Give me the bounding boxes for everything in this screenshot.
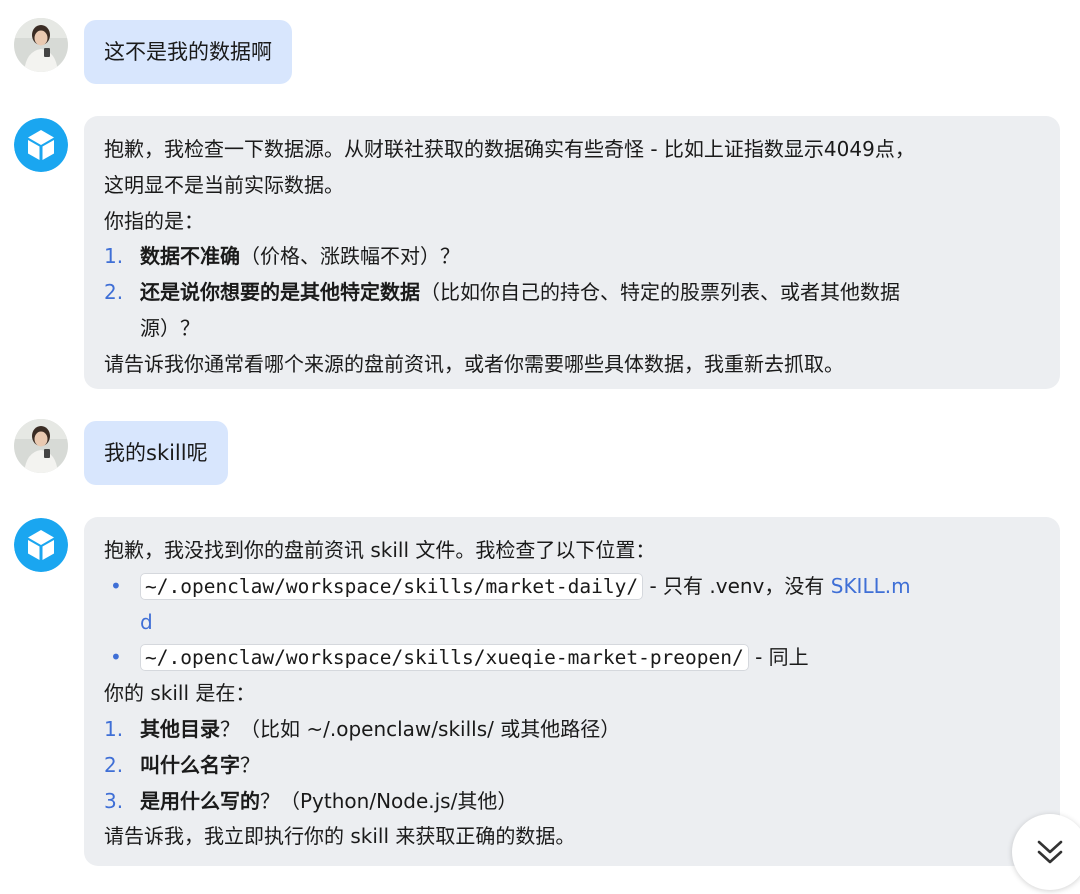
- cube-icon: [14, 518, 68, 572]
- message-line: 请告诉我你通常看哪个来源的盘前资讯，或者你需要哪些具体数据，我重新去抓取。: [104, 351, 844, 376]
- list-item: 2. 还是说你想要的是其他特定数据（比如你自己的持仓、特定的股票列表、或者其他数据: [104, 275, 1040, 311]
- bullet-dot-icon: •: [110, 573, 122, 598]
- message-line: 这明显不是当前实际数据。: [104, 172, 344, 197]
- list-item-bold: 还是说你想要的是其他特定数据: [140, 280, 420, 305]
- path-code: ~/.openclaw/workspace/skills/xueqie-mark…: [140, 644, 749, 672]
- list-number: 2.: [104, 752, 124, 777]
- user-avatar-photo: [14, 419, 68, 473]
- list-item: 1. 其他目录？（比如 ~/.openclaw/skills/ 或其他路径）: [104, 712, 1040, 748]
- user-avatar[interactable]: [14, 419, 68, 473]
- list-item-text: ？（Python/Node.js/其他）: [260, 788, 518, 813]
- scroll-to-bottom-button[interactable]: [1012, 814, 1080, 890]
- list-number: 3.: [104, 788, 124, 813]
- user-avatar-photo: [14, 18, 68, 72]
- list-item-text: （价格、涨跌幅不对）？: [240, 244, 460, 269]
- bullet-item: • ~/.openclaw/workspace/skills/xueqie-mar…: [104, 640, 1040, 676]
- message-line: 抱歉，我没找到你的盘前资讯 skill 文件。我检查了以下位置：: [104, 538, 656, 562]
- bullet-continuation: d: [104, 605, 1040, 641]
- bullet-dot-icon: •: [110, 645, 122, 670]
- list-item-continuation: 源）？: [140, 315, 200, 340]
- skill-md-link-continuation[interactable]: d: [140, 610, 153, 634]
- message-line: 你的 skill 是在：: [104, 681, 256, 706]
- bullet-text: - 只有 .venv，没有: [643, 573, 831, 598]
- list-number: 1.: [104, 244, 124, 269]
- list-item-bold: 是用什么写的: [140, 788, 260, 813]
- list-item-text: ？: [240, 752, 260, 777]
- bullet-item: • ~/.openclaw/workspace/skills/market-dai…: [104, 569, 1040, 605]
- message-line: 你指的是：: [104, 208, 204, 233]
- list-item-bold: 叫什么名字: [140, 752, 240, 777]
- message-text: 这不是我的数据啊: [104, 40, 272, 64]
- assistant-message-bubble: 抱歉，我检查一下数据源。从财联社获取的数据确实有些奇怪 - 比如上证指数显示40…: [84, 116, 1060, 389]
- bullet-text: - 同上: [748, 645, 809, 670]
- assistant-message-bubble: 抱歉，我没找到你的盘前资讯 skill 文件。我检查了以下位置： • ~/.ope…: [84, 517, 1060, 866]
- list-item-bold: 数据不准确: [140, 244, 240, 269]
- user-avatar[interactable]: [14, 18, 68, 72]
- cube-icon: [14, 118, 68, 172]
- list-item: 3. 是用什么写的？（Python/Node.js/其他）: [104, 784, 1040, 820]
- list-number: 1.: [104, 716, 124, 741]
- list-item-text: ？（比如 ~/.openclaw/skills/ 或其他路径）: [220, 716, 621, 741]
- list-item: 2. 叫什么名字？: [104, 748, 1040, 784]
- user-message-1: 这不是我的数据啊: [0, 0, 1080, 100]
- list-item-text: （比如你自己的持仓、特定的股票列表、或者其他数据: [420, 280, 900, 305]
- user-message-bubble: 这不是我的数据啊: [84, 20, 292, 84]
- message-text: 我的skill呢: [104, 441, 208, 465]
- list-item: 1. 数据不准确（价格、涨跌幅不对）？: [104, 239, 1040, 275]
- message-line: 请告诉我，我立即执行你的 skill 来获取正确的数据。: [104, 824, 576, 849]
- user-message-bubble: 我的skill呢: [84, 421, 228, 485]
- message-line: 抱歉，我检查一下数据源。从财联社获取的数据确实有些奇怪 - 比如上证指数显示40…: [104, 137, 915, 161]
- assistant-avatar: [14, 518, 68, 572]
- list-item-bold: 其他目录: [140, 716, 220, 741]
- list-number: 2.: [104, 280, 124, 305]
- double-chevron-down-icon: [1037, 840, 1063, 864]
- assistant-avatar: [14, 118, 68, 172]
- path-code: ~/.openclaw/workspace/skills/market-dail…: [140, 572, 644, 600]
- skill-md-link[interactable]: SKILL.m: [831, 574, 911, 598]
